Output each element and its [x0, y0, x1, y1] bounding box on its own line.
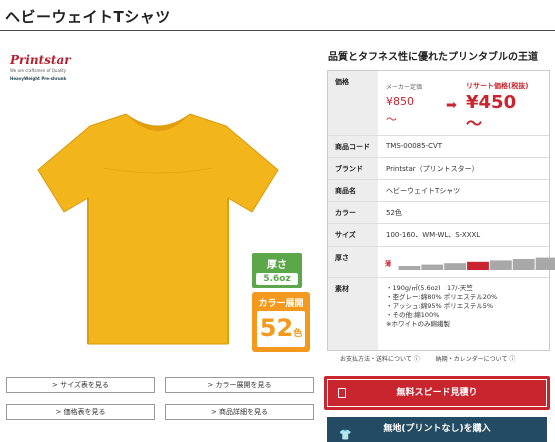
page-title: ヘビーウェイトTシャツ: [5, 8, 171, 26]
material-line: ・杢グレー:綿80% ポリエステル20%: [386, 293, 498, 301]
spec-key: 厚さ: [328, 247, 378, 277]
thin-label: 薄: [385, 261, 392, 268]
spec-key: サイズ: [328, 224, 378, 246]
brand-subline: HeavyWeight Pre-shrunk: [10, 76, 67, 81]
resale-price-label: リサート価格(税抜): [466, 82, 529, 90]
spec-key: カラー: [328, 202, 378, 223]
thickness-scale-cell: 薄 厚: [378, 247, 555, 277]
spec-row-material: 素材 ・190g/㎡(5.6oz) 17/-天竺 ・杢グレー:綿80% ポリエス…: [328, 278, 549, 350]
color-badge-unit: 色: [293, 329, 303, 339]
product-headline: 品質とタフネス性に優れたプリンタブルの王道: [328, 52, 538, 63]
material-line: ・その他:綿100%: [386, 311, 440, 319]
spec-value: 52色: [386, 209, 402, 217]
spec-row-price: 価格 メーカー定価 ¥850 ～ ➡ リサート価格(税抜) ¥450 ～: [328, 71, 549, 136]
spec-key: 商品名: [328, 180, 378, 201]
color-badge-count: 52: [259, 314, 294, 342]
color-range-button[interactable]: > カラー展開を見る: [165, 377, 314, 393]
thickness-scale: [398, 257, 555, 270]
thickness-badge: 厚さ 5.6oz: [252, 253, 302, 288]
spec-key: ブランド: [328, 158, 378, 179]
spec-table: 価格 メーカー定価 ¥850 ～ ➡ リサート価格(税抜) ¥450 ～ 商品コ…: [327, 70, 555, 351]
spec-row-name: 商品名 ヘビーウェイトTシャツ: [328, 180, 549, 202]
thickness-step: [467, 261, 489, 270]
delivery-info-link[interactable]: 納期・カレンダーについて ⓘ: [436, 356, 516, 363]
page-title-bar: ヘビーウェイトTシャツ: [0, 0, 555, 31]
thickness-step: [512, 259, 535, 270]
size-chart-button[interactable]: > サイズ表を見る: [6, 377, 155, 393]
spec-value: 100-160、WM-WL、S-XXXL: [386, 231, 481, 239]
resale-price-tilde: ～: [466, 114, 483, 133]
thickness-badge-value: 5.6oz: [256, 273, 298, 285]
spec-row-thickness: 厚さ 薄 厚: [328, 247, 555, 278]
maker-price: ¥850: [386, 95, 414, 108]
material-line: ※ホワイトのみ綿繊製: [386, 320, 450, 328]
thickness-step: [398, 266, 421, 270]
thickness-badge-label: 厚さ: [267, 260, 287, 271]
product-detail-button[interactable]: > 商品詳細を見る: [165, 404, 314, 420]
material-line: ・190g/㎡(5.6oz) 17/-天竺: [386, 284, 473, 292]
calculator-icon: [338, 388, 346, 398]
spec-key: 素材: [328, 278, 378, 350]
product-image: [37, 113, 279, 345]
spec-value: TMS-00085-CVT: [386, 142, 443, 150]
color-badge-label: カラー展開: [258, 299, 304, 309]
quote-button[interactable]: 無料スピード見積り: [324, 376, 550, 410]
spec-row-code: 商品コード TMS-00085-CVT: [328, 136, 549, 158]
maker-price-label: メーカー定価: [386, 84, 423, 91]
maker-price-tilde: ～: [386, 113, 397, 126]
spec-key: 価格: [328, 71, 378, 135]
buy-plain-button[interactable]: 👕 無地(プリントなし)を購入: [327, 417, 547, 442]
spec-row-brand: ブランド Printstar（プリントスター）: [328, 158, 549, 180]
brand-logo: Printstar We are craftsmen of Quality He…: [10, 53, 82, 81]
material-list: ・190g/㎡(5.6oz) 17/-天竺 ・杢グレー:綿80% ポリエステル2…: [378, 278, 549, 350]
brand-logo-text: Printstar: [10, 53, 71, 67]
payment-info-link[interactable]: お支払方法・送料について ⓘ: [340, 356, 420, 363]
price-table-button[interactable]: > 価格表を見る: [6, 404, 155, 420]
thickness-step: [489, 260, 512, 270]
quote-button-label: 無料スピード見積り: [396, 388, 478, 398]
info-links: お支払方法・送料について ⓘ 納期・カレンダーについて ⓘ: [340, 354, 529, 363]
spec-value: ヘビーウェイトTシャツ: [386, 187, 461, 195]
arrow-right-icon: ➡: [446, 98, 457, 113]
color-badge-box: 52色: [257, 311, 305, 347]
spec-row-color: カラー 52色: [328, 202, 549, 224]
spec-value: Printstar（プリントスター）: [386, 165, 479, 173]
color-count-badge: カラー展開 52色: [252, 292, 310, 352]
tshirt-icon: 👕: [339, 430, 352, 441]
thickness-step: [535, 257, 555, 270]
thickness-step: [444, 263, 467, 270]
thickness-step: [421, 264, 444, 270]
tshirt-shape: [37, 113, 279, 345]
buy-plain-button-label: 無地(プリントなし)を購入: [383, 424, 491, 434]
brand-tagline: We are craftsmen of Quality: [10, 68, 67, 73]
price-cell: メーカー定価 ¥850 ～ ➡ リサート価格(税抜) ¥450 ～: [378, 71, 549, 135]
material-line: ・アッシュ:綿95% ポリエステル5%: [386, 302, 494, 310]
spec-key: 商品コード: [328, 136, 378, 157]
spec-row-size: サイズ 100-160、WM-WL、S-XXXL: [328, 224, 549, 247]
